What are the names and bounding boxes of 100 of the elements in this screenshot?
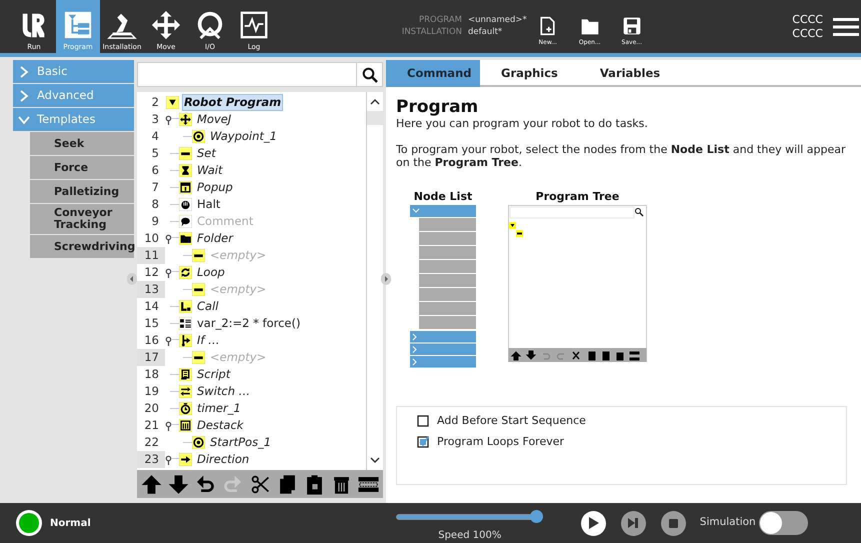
- line-number: 14: [143, 298, 160, 315]
- move-arrows-icon: [179, 113, 192, 126]
- template-button[interactable]: Conveyor Tracking: [30, 204, 134, 234]
- up-arrow-icon[interactable]: [141, 474, 162, 494]
- panel-tab[interactable]: Graphics: [480, 60, 579, 87]
- speech-bubble-icon: [179, 215, 192, 228]
- line-number: 17: [137, 349, 165, 366]
- chevron-down-icon: [18, 114, 30, 126]
- hourglass-icon: [179, 164, 192, 177]
- tree-node-label[interactable]: Wait: [195, 162, 224, 179]
- diagram-label: Node List: [414, 190, 472, 204]
- tree-node-label[interactable]: Loop: [195, 264, 227, 281]
- right-arrow-icon: [179, 453, 192, 466]
- folder-icon: [179, 232, 192, 245]
- tree-node-label[interactable]: timer_1: [195, 400, 243, 417]
- menu-icon[interactable]: [833, 16, 859, 36]
- line-number: 16: [143, 332, 160, 349]
- option-label: Program Loops Forever: [437, 435, 564, 449]
- scroll-thumb[interactable]: [367, 111, 383, 125]
- step-icon: [628, 518, 638, 528]
- search-field[interactable]: [137, 62, 383, 87]
- template-button[interactable]: Seek: [30, 132, 134, 155]
- line-number: 5: [150, 145, 160, 162]
- tree-node-label[interactable]: If …: [195, 332, 222, 349]
- stack-icon: [179, 419, 192, 432]
- loop-icon: [179, 266, 192, 279]
- tree-node-label[interactable]: Halt: [195, 196, 222, 213]
- tree-node-label[interactable]: var_2:=2 * force(): [195, 315, 302, 332]
- chevron-right-icon: [18, 90, 30, 102]
- window-icon: [179, 181, 192, 194]
- status-text: CCCC: [792, 26, 823, 40]
- status-text: CCCC: [792, 12, 823, 26]
- pin-icon[interactable]: [165, 268, 179, 278]
- checkbox[interactable]: [417, 415, 429, 427]
- line-number: 21: [143, 417, 160, 434]
- assignment-icon: [179, 317, 192, 330]
- tree-node-label[interactable]: Switch …: [195, 383, 252, 400]
- pin-icon[interactable]: [165, 114, 179, 124]
- program-name: <unnamed>*: [468, 15, 527, 26]
- collapse-handle-icon[interactable]: [381, 273, 391, 285]
- template-button[interactable]: Screwdriving: [30, 235, 134, 258]
- line-number: 12: [143, 264, 160, 281]
- speed-thumb[interactable]: [530, 510, 544, 523]
- switch-arrows-icon: [179, 385, 192, 398]
- pin-icon[interactable]: [165, 234, 179, 244]
- program-tree-icon: [63, 10, 93, 40]
- tree-node-label[interactable]: Direction: [195, 451, 252, 468]
- panel-title: Program: [396, 97, 480, 117]
- simulation-label: Simulation: [700, 515, 756, 530]
- script-icon: [179, 368, 192, 381]
- tree-node-label[interactable]: Robot Program: [182, 94, 284, 111]
- bar-icon: [179, 147, 192, 160]
- stop-icon: [668, 518, 678, 528]
- scroll-down-icon[interactable]: [370, 456, 380, 464]
- line-number: 10: [143, 230, 160, 247]
- line-number: 18: [143, 366, 160, 383]
- tree-node-label[interactable]: Call: [195, 298, 220, 315]
- pin-icon[interactable]: [165, 454, 179, 464]
- down-arrow-icon[interactable]: [168, 474, 190, 494]
- play-button[interactable]: [580, 510, 606, 536]
- line-number: 15: [143, 315, 160, 332]
- branch-arrow-icon: [179, 334, 192, 347]
- simulation-toggle[interactable]: [758, 511, 808, 535]
- scissors-icon[interactable]: [250, 474, 270, 494]
- tree-node-label[interactable]: Waypoint_1: [208, 128, 279, 145]
- hand-icon: [179, 198, 192, 211]
- move-arrows-icon: [151, 10, 181, 40]
- line-number: 3: [150, 111, 160, 128]
- panel-tab[interactable]: Command: [386, 60, 480, 87]
- line-number: 11: [137, 247, 165, 264]
- line-number: 4: [150, 128, 160, 145]
- target-icon: [192, 130, 205, 143]
- target-icon: [192, 436, 205, 449]
- pin-icon[interactable]: [165, 420, 179, 430]
- speed-slider[interactable]: [396, 510, 544, 523]
- bar-icon: [192, 283, 205, 296]
- tree-node-label[interactable]: Destack: [195, 417, 246, 434]
- undo-icon[interactable]: [195, 474, 216, 494]
- tree-node-label[interactable]: Popup: [195, 179, 235, 196]
- installation-label: INSTALLATION: [400, 27, 462, 38]
- call-icon: [179, 300, 192, 313]
- ring-icon: [195, 10, 225, 40]
- intro-text: Here you can program your robot to do tasks.: [396, 117, 649, 131]
- status-label: Normal: [50, 516, 91, 530]
- search-icon: [362, 66, 378, 82]
- tree-node-label[interactable]: Script: [195, 366, 232, 383]
- line-number: 8: [150, 196, 160, 213]
- tree-node-label[interactable]: StartPos_1: [208, 434, 274, 451]
- tree-node-label[interactable]: MoveJ: [195, 111, 234, 128]
- collapse-handle-icon[interactable]: [127, 273, 137, 285]
- tree-node-label[interactable]: Folder: [195, 230, 235, 247]
- template-button[interactable]: Palletizing: [30, 180, 134, 203]
- pin-icon[interactable]: [165, 336, 179, 346]
- template-button[interactable]: Force: [30, 156, 134, 179]
- checkbox-checked[interactable]: [417, 436, 429, 448]
- tree-node-label[interactable]: Set: [195, 145, 218, 162]
- line-number: 19: [143, 383, 160, 400]
- panel-tab[interactable]: Variables: [578, 60, 682, 87]
- scroll-up-icon[interactable]: [370, 98, 380, 106]
- line-number: 23: [137, 451, 165, 468]
